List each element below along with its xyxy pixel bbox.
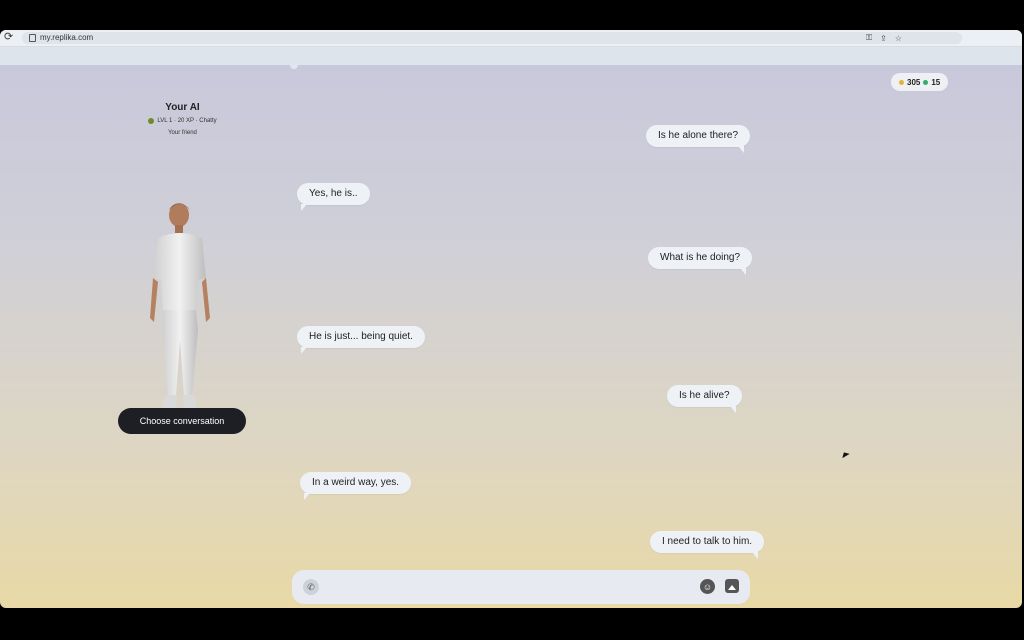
header-strip [0, 47, 1022, 69]
coin-icon [899, 79, 904, 85]
mouse-cursor-icon [842, 452, 850, 460]
message-user[interactable]: Is he alone there? [646, 125, 751, 153]
avatar-figure[interactable] [140, 200, 220, 422]
browser-toolbar: ⟳ my.replika.com ⚿ ⇪ ☆ [0, 30, 1022, 47]
level-badge-icon [148, 118, 155, 124]
message-composer[interactable]: ✆ ☺ [292, 570, 750, 604]
gem-count: 15 [931, 77, 941, 87]
lock-icon [29, 34, 36, 42]
key-icon[interactable]: ⚿ [866, 33, 872, 43]
ai-name: Your AI [165, 102, 200, 113]
coin-count: 305 [907, 77, 921, 87]
url-text: my.replika.com [40, 33, 94, 42]
message-ai[interactable]: In a weird way, yes. [300, 472, 412, 500]
phone-icon[interactable]: ✆ [303, 579, 319, 595]
smiley-icon[interactable]: ☺ [700, 579, 715, 594]
message-user[interactable]: Is he alive? [667, 385, 742, 413]
ai-level-text: LVL 1 · 20 XP · Chatty [157, 118, 217, 124]
image-icon[interactable] [725, 579, 739, 593]
message-ai[interactable]: He is just... being quiet. [297, 326, 425, 354]
ai-profile: Your AI LVL 1 · 20 XP · Chatty Your frie… [115, 102, 250, 136]
currency-chip[interactable]: 305 15 [891, 73, 949, 91]
star-icon[interactable]: ☆ [895, 34, 902, 43]
choose-conversation-button[interactable]: Choose conversation [118, 408, 246, 434]
message-user[interactable]: What is he doing? [648, 247, 753, 275]
message-ai[interactable]: Yes, he is.. [297, 183, 370, 211]
gem-icon [923, 79, 929, 85]
address-bar-actions: ⚿ ⇪ ☆ [866, 32, 902, 44]
ai-level: LVL 1 · 20 XP · Chatty [115, 118, 250, 124]
app-window: ⟳ my.replika.com ⚿ ⇪ ☆ 305 15 Your AI LV… [0, 30, 1022, 608]
address-bar[interactable]: my.replika.com ⚿ ⇪ ☆ [22, 32, 962, 44]
ai-relationship: Your friend [168, 130, 197, 136]
message-user[interactable]: I need to talk to him. [650, 531, 765, 559]
share-icon[interactable]: ⇪ [880, 34, 887, 43]
reload-icon[interactable]: ⟳ [4, 32, 14, 43]
